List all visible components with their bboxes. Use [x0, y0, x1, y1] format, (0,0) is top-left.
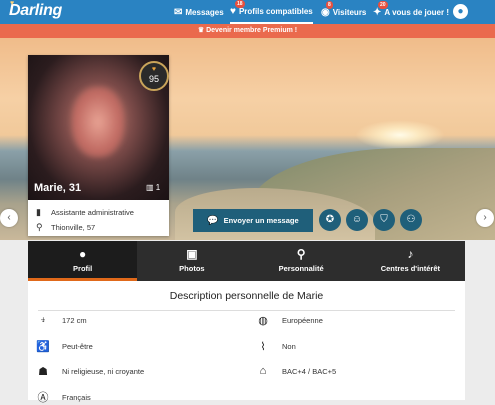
attribute-education: ⌂ BAC+4 / BAC+5 [254, 365, 337, 377]
user-block-icon: ⚇ [406, 214, 416, 225]
nav-messages-label: Messages [185, 7, 224, 17]
attribute-value: Français [62, 392, 91, 402]
globe-icon: ◍ [258, 315, 268, 327]
nav-badge: 20 [378, 0, 388, 9]
score-heart-icon: ♥ [151, 66, 157, 73]
nav-profils-compatibles[interactable]: ♥ 18 Profils compatibles [230, 0, 313, 24]
heart-icon: ♥ 18 [230, 0, 245, 17]
profile-name: Marie, 31 [34, 182, 82, 194]
tab-personnalite-label: Personnalité [278, 264, 324, 273]
photo-stack-icon: ▥ [146, 183, 156, 192]
stroller-icon: ♿ [36, 341, 50, 353]
tab-profil-label: Profil [73, 264, 93, 273]
user-account-icon[interactable]: ● [453, 4, 468, 19]
tab-profil[interactable]: ● Profil [28, 241, 138, 281]
block-user-button[interactable]: ⚇ [400, 209, 422, 231]
score-value: 95 [148, 74, 159, 84]
attribute-value: BAC+4 / BAC+5 [282, 366, 337, 376]
nav-badge: 18 [235, 0, 245, 8]
image-icon: ▣ [186, 247, 198, 261]
attribute-value: 172 cm [62, 316, 87, 325]
darling-logo[interactable]: ♥ Darling [9, 0, 63, 20]
compass-icon: ✪ [325, 214, 335, 225]
attribute-language: Ⓐ Français [34, 389, 91, 405]
flirt-button[interactable]: ✪ [319, 209, 341, 231]
smiley-button[interactable]: ☺ [346, 209, 368, 231]
crown-icon: ♛ [197, 27, 207, 34]
graduation-icon: ⌂ [259, 365, 267, 377]
nav-profils-label: Profils compatibles [238, 6, 313, 16]
tab-centres-label: Centres d'intérêt [380, 264, 441, 273]
send-message-button[interactable]: 💬 Envoyer un message [193, 209, 313, 232]
guitar-icon: ♪ [407, 247, 414, 261]
smiley-icon: ☺ [351, 214, 363, 225]
top-navigation-bar: ♥ Darling ✉ Messages ♥ 18 Profils compati… [0, 0, 495, 24]
location-pin-icon: ⚲ [36, 222, 43, 232]
nav-visiteurs-label: Visiteurs [332, 7, 367, 17]
nav-a-vous-de-jouer[interactable]: ✦ 20 A vous de jouer ! [373, 0, 449, 24]
next-profile-arrow-icon[interactable]: › [476, 209, 494, 227]
nav-jouer-label: A vous de jouer ! [384, 7, 449, 17]
religion-icon: ☗ [38, 366, 48, 378]
profile-description-panel: Description personnelle de Marie ⍖ 172 c… [28, 281, 465, 404]
bookmark-icon: ⛉ [380, 214, 388, 225]
tab-photos[interactable]: ▣ Photos [137, 241, 246, 281]
attribute-origin: ◍ Européenne [254, 314, 323, 327]
nav-messages[interactable]: ✉ Messages [174, 0, 224, 24]
attribute-value: Non [282, 342, 296, 351]
job-line: ▮ Assistante administrative [36, 207, 134, 218]
personality-icon: ⚲ [296, 247, 306, 261]
photo-count: ▥ 1 [146, 183, 160, 192]
nav-badge: 8 [326, 0, 333, 9]
briefcase-icon: ▮ [36, 207, 41, 217]
tab-photos-label: Photos [179, 264, 205, 273]
tab-centres-interet[interactable]: ♪ Centres d'intérêt [356, 241, 465, 281]
attribute-children: ♿ Peut-être [34, 340, 93, 353]
attribute-value: Peut-être [62, 342, 93, 351]
nav-visiteurs[interactable]: ◉ 8 Visiteurs [321, 0, 366, 24]
logo-text: Darling [9, 2, 63, 19]
send-message-label: Envoyer un message [223, 216, 299, 225]
language-icon: Ⓐ [37, 392, 49, 404]
photo-count-value: 1 [155, 183, 161, 192]
attribute-religion: ☗ Ni religieuse, ni croyante [34, 365, 144, 378]
location-text: Thionville, 57 [51, 223, 96, 232]
compatibility-score[interactable]: ♥ 95 [139, 61, 169, 91]
previous-profile-arrow-icon[interactable]: ‹ [0, 209, 18, 227]
attribute-height: ⍖ 172 cm [34, 314, 87, 327]
sparkle-icon: ✦ 20 [373, 0, 388, 18]
premium-banner[interactable]: ♛ Devenir membre Premium ! [0, 24, 495, 38]
attribute-value: Ni religieuse, ni croyante [62, 367, 145, 376]
chat-bubble-icon: 💬 [207, 215, 219, 225]
tab-personnalite[interactable]: ⚲ Personnalité [247, 241, 356, 281]
person-icon: ● [79, 247, 87, 261]
description-title: Description personnelle de Marie [38, 290, 455, 311]
bookmark-button[interactable]: ⛉ [373, 209, 395, 231]
attribute-smoking: ⌇ Non [254, 340, 296, 353]
height-icon: ⍖ [39, 314, 47, 326]
location-line: ⚲ Thionville, 57 [36, 222, 95, 233]
blurred-face [72, 87, 124, 157]
attribute-value: Européenne [282, 316, 323, 325]
logo-heart-icon: ♥ [10, 0, 14, 7]
profile-tabs: ● Profil ▣ Photos ⚲ Personnalité ♪ Centr… [28, 241, 465, 281]
premium-label: Devenir membre Premium ! [206, 27, 298, 34]
sunset-glow [355, 120, 445, 150]
visitor-icon: ◉ 8 [321, 0, 333, 18]
envelope-icon: ✉ [174, 6, 183, 18]
cigarette-icon: ⌇ [260, 341, 266, 353]
job-title: Assistante administrative [51, 208, 134, 217]
